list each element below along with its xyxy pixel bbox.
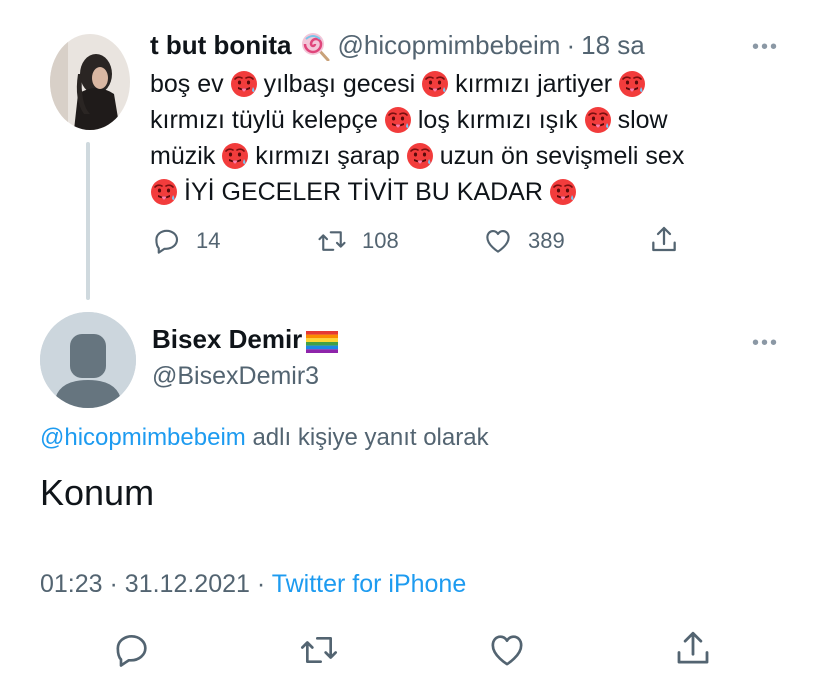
separator-dot: · (109, 570, 118, 598)
hot-face-icon (221, 142, 249, 170)
retweet-button[interactable]: 108 (316, 226, 399, 256)
tweet-line: boş ev yılbaşı gecesi kırmızı jartiyer (150, 66, 770, 102)
tweet-meta: 01:23 · 31.12.2021 · Twitter for iPhone (40, 570, 466, 599)
tweet-text-segment: uzun ön sevişmeli sex (439, 142, 685, 170)
display-name[interactable]: Bisex Demir (152, 324, 302, 355)
separator-dot: · (566, 30, 576, 60)
separator-dot: · (256, 570, 266, 598)
reply-icon (155, 229, 179, 254)
retweet-count: 108 (362, 228, 399, 253)
tweet-date[interactable]: 31.12.2021 (125, 570, 250, 598)
share-icon (652, 226, 676, 252)
thread-connector-line (86, 142, 90, 300)
reply-icon[interactable] (112, 630, 152, 670)
replying-to: @hicopmimbebeim adlı kişiye yanıt olarak (40, 424, 489, 452)
display-name[interactable]: t but bonita (150, 30, 292, 61)
hot-face-icon (618, 70, 646, 98)
tweet-text-segment: İYİ GECELER TİVİT BU KADAR (184, 178, 543, 206)
tweet-text-segment: kırmızı şarap (255, 142, 400, 170)
share-icon[interactable] (672, 628, 714, 670)
hot-face-icon (384, 106, 412, 134)
retweet-icon (318, 231, 346, 251)
tweet-text-segment: müzik (150, 142, 216, 170)
share-button[interactable] (648, 224, 680, 256)
timestamp[interactable]: 18 sa (581, 30, 645, 61)
tweet-line: İYİ GECELER TİVİT BU KADAR (150, 174, 770, 210)
retweet-icon[interactable] (298, 630, 340, 670)
replying-to-suffix: adlı kişiye yanıt olarak (252, 424, 489, 451)
hot-face-icon (584, 106, 612, 134)
tweet-time[interactable]: 01:23 (40, 570, 103, 598)
hot-face-icon (406, 142, 434, 170)
hot-face-icon (549, 178, 577, 206)
reply-count: 14 (196, 228, 221, 253)
tweet-text-segment: boş ev (150, 70, 224, 98)
avatar[interactable] (40, 312, 136, 408)
avatar[interactable] (50, 34, 130, 130)
hot-face-icon (150, 178, 178, 206)
hot-face-icon (421, 70, 449, 98)
tweet-text-segment: kırmızı jartiyer (455, 70, 613, 98)
reply-button[interactable]: 14 (152, 226, 220, 256)
lollipop-icon (300, 31, 330, 61)
tweet-source-link[interactable]: Twitter for iPhone (272, 570, 467, 598)
like-count: 389 (528, 228, 565, 253)
reply-text: Konum (40, 472, 155, 513)
more-options-icon[interactable]: ••• (752, 36, 779, 59)
tweet-header: t but bonita @hicopmimbebeim · 18 sa (150, 30, 645, 61)
tweet-text-segment: yılbaşı gecesi (263, 70, 416, 98)
heart-icon (486, 229, 510, 253)
more-options-icon[interactable]: ••• (752, 332, 779, 355)
tweet-text-segment: slow (617, 106, 668, 134)
replying-to-handle-link[interactable]: @hicopmimbebeim (40, 424, 246, 451)
handle[interactable]: @hicopmimbebeim (338, 30, 561, 61)
like-button[interactable]: 389 (482, 226, 565, 256)
hot-face-icon (230, 70, 258, 98)
tweet-line: kırmızı tüylü kelepçe loş kırmızı ışık slo… (150, 102, 770, 138)
rainbow-flag-icon (306, 329, 339, 353)
tweet-line: müzik kırmızı şarap uzun ön sevişmeli sex (150, 138, 770, 174)
handle[interactable]: @BisexDemir3 (152, 362, 319, 391)
heart-icon[interactable] (486, 630, 528, 670)
tweet-text: boş ev yılbaşı gecesi kırmızı jartiyer kır… (150, 66, 770, 210)
tweet-text-segment: kırmızı tüylü kelepçe (150, 106, 378, 134)
tweet-text-segment: loş kırmızı ışık (417, 106, 578, 134)
display-name-row: Bisex Demir (152, 324, 339, 355)
